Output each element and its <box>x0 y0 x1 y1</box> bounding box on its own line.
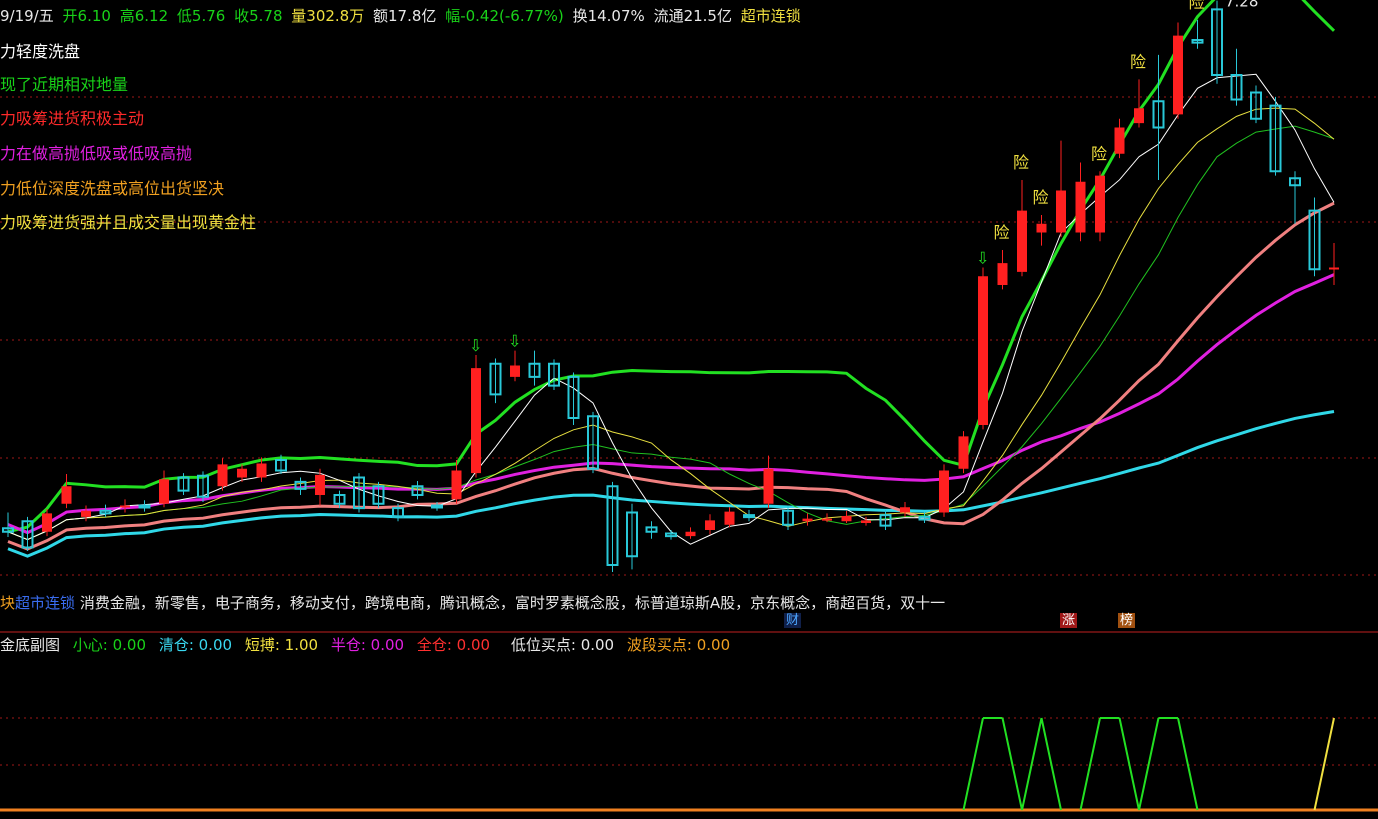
candle-body <box>1173 35 1183 115</box>
legend-note-6: 力吸筹进货强并且成交量出现黄金柱 <box>0 213 257 232</box>
candle-body <box>120 505 130 508</box>
candlestick-chart: 险险险险险险⇩ ⇩⇩7.28 <box>0 0 1378 812</box>
high-price-label: 7.28 <box>1225 0 1258 11</box>
sub-signal-segment <box>1138 717 1160 811</box>
sub-indicator-pane <box>0 717 1378 812</box>
sub-indicator-legend: 金底副图 小心: 0.00 清仓: 0.00 短搏: 1.00 半仓: 0.00… <box>0 636 738 654</box>
concept-highlight: 超市连锁 <box>15 594 76 612</box>
sub-signal-segment <box>1040 717 1062 811</box>
sub-signal-segment <box>1118 717 1140 811</box>
legend-note-1: 力轻度洗盘 <box>0 42 81 61</box>
candle-body <box>997 263 1008 285</box>
candle-body <box>510 365 520 377</box>
warning-marker: 险 <box>1189 0 1205 12</box>
quote-volume: 量302.8万 <box>291 7 365 25</box>
candle-body <box>763 468 774 504</box>
candle-body <box>685 531 696 537</box>
candle-body <box>138 504 151 509</box>
candle-body <box>217 464 228 487</box>
candle-body <box>1056 190 1066 233</box>
sub-signal-segment <box>1177 717 1199 811</box>
candle-body <box>1075 181 1086 233</box>
candle-body <box>315 474 325 495</box>
candle-body <box>743 514 755 519</box>
candle-body <box>237 468 247 478</box>
warning-marker: 险 <box>1130 52 1146 71</box>
ma-white-line <box>7 73 1335 545</box>
quote-status: 超市连锁 <box>740 7 801 25</box>
candle-body <box>958 436 969 469</box>
sub-item-xiaoxin: 小心: 0.00 <box>72 636 147 654</box>
quote-high: 高6.12 <box>119 7 169 25</box>
candle-body <box>900 507 910 513</box>
sub-signal-segment <box>1313 717 1335 811</box>
sub-item-quancang: 全仓: 0.00 <box>416 636 491 654</box>
warning-marker: 险 <box>1013 153 1029 172</box>
warning-marker: 险 <box>1033 188 1049 207</box>
candle-body <box>861 520 871 523</box>
sub-indicator-name: 金底副图 <box>0 636 61 654</box>
band-upper-line <box>7 0 1336 534</box>
moving-average-lines <box>7 0 1336 558</box>
quote-open: 开6.10 <box>62 7 111 25</box>
candle-body <box>471 368 481 474</box>
buy-arrow-marker: ⇩ <box>508 332 521 351</box>
quote-turnover: 换14.07% <box>572 7 645 25</box>
candle-body <box>81 510 91 517</box>
quote-close: 收5.78 <box>234 7 283 25</box>
concept-tags: 块超市连锁 消费金融，新零售，电子商务，移动支付，跨境电商，腾讯概念，富时罗素概… <box>0 594 945 612</box>
candle-body <box>451 470 462 500</box>
candle-body <box>159 479 169 504</box>
sub-signal-segment <box>1021 717 1043 811</box>
candle-body <box>1114 127 1125 154</box>
candle-body <box>939 470 949 513</box>
candle-body <box>822 518 832 521</box>
candle-body <box>1017 210 1027 272</box>
warning-marker: 险 <box>994 223 1010 242</box>
quote-amount: 额17.8亿 <box>373 7 437 25</box>
quote-date: 9/19/五 <box>0 7 54 25</box>
candle-body <box>1036 223 1047 233</box>
quote-header: 9/19/五 开6.10 高6.12 低5.76 收5.78 量302.8万 额… <box>0 7 805 25</box>
sub-item-diwei: 低位买点: 0.00 <box>510 636 615 654</box>
badge-cai[interactable]: 财 <box>784 613 802 628</box>
quote-change: 幅-0.42(-6.77%) <box>445 7 564 25</box>
sub-signal-segment <box>1079 717 1101 811</box>
candle-body <box>1134 108 1144 124</box>
concept-prefix: 块 <box>0 594 16 612</box>
concept-list: 消费金融，新零售，电子商务，移动支付，跨境电商，腾讯概念，富时罗素概念股，标普道… <box>79 594 946 612</box>
candle-body <box>42 513 52 532</box>
candle-body <box>61 486 72 504</box>
sub-item-bancang: 半仓: 0.00 <box>330 636 405 654</box>
quote-float: 流通21.5亿 <box>653 7 732 25</box>
candles <box>2 0 1339 572</box>
quote-low: 低5.76 <box>176 7 226 25</box>
badge-zhang[interactable]: 涨 <box>1060 613 1078 628</box>
badge-bang[interactable]: 榜 <box>1118 613 1136 628</box>
sub-signal-segment <box>962 717 984 811</box>
legend-note-2: 现了近期相对地量 <box>0 75 129 94</box>
candle-body <box>724 511 735 525</box>
candle-body <box>978 276 988 425</box>
sub-item-boduan: 波段买点: 0.00 <box>626 636 731 654</box>
sub-signal-segment <box>1001 717 1023 811</box>
buy-arrow-marker: ⇩ <box>469 336 482 355</box>
legend-note-3: 力吸筹进货积极主动 <box>0 109 145 128</box>
candle-body <box>431 504 443 509</box>
candle-body <box>1329 267 1339 270</box>
buy-arrow-marker: ⇩ <box>976 249 989 268</box>
legend-note-4: 力在做高抛低吸或低吸高抛 <box>0 144 193 163</box>
sub-item-qingcang: 清仓: 0.00 <box>158 636 233 654</box>
candle-body <box>802 518 813 522</box>
candle-body <box>1095 175 1105 233</box>
signal-markers: 险险险险险险⇩ ⇩⇩7.28 <box>469 0 1258 355</box>
candle-body <box>705 520 715 530</box>
legend-note-5: 力低位深度洗盘或高位出货坚决 <box>0 179 225 198</box>
warning-marker: 险 <box>1091 144 1107 163</box>
candle-body <box>841 516 852 522</box>
sub-item-duanbo: 短搏: 1.00 <box>244 636 319 654</box>
candle-body <box>256 463 267 478</box>
